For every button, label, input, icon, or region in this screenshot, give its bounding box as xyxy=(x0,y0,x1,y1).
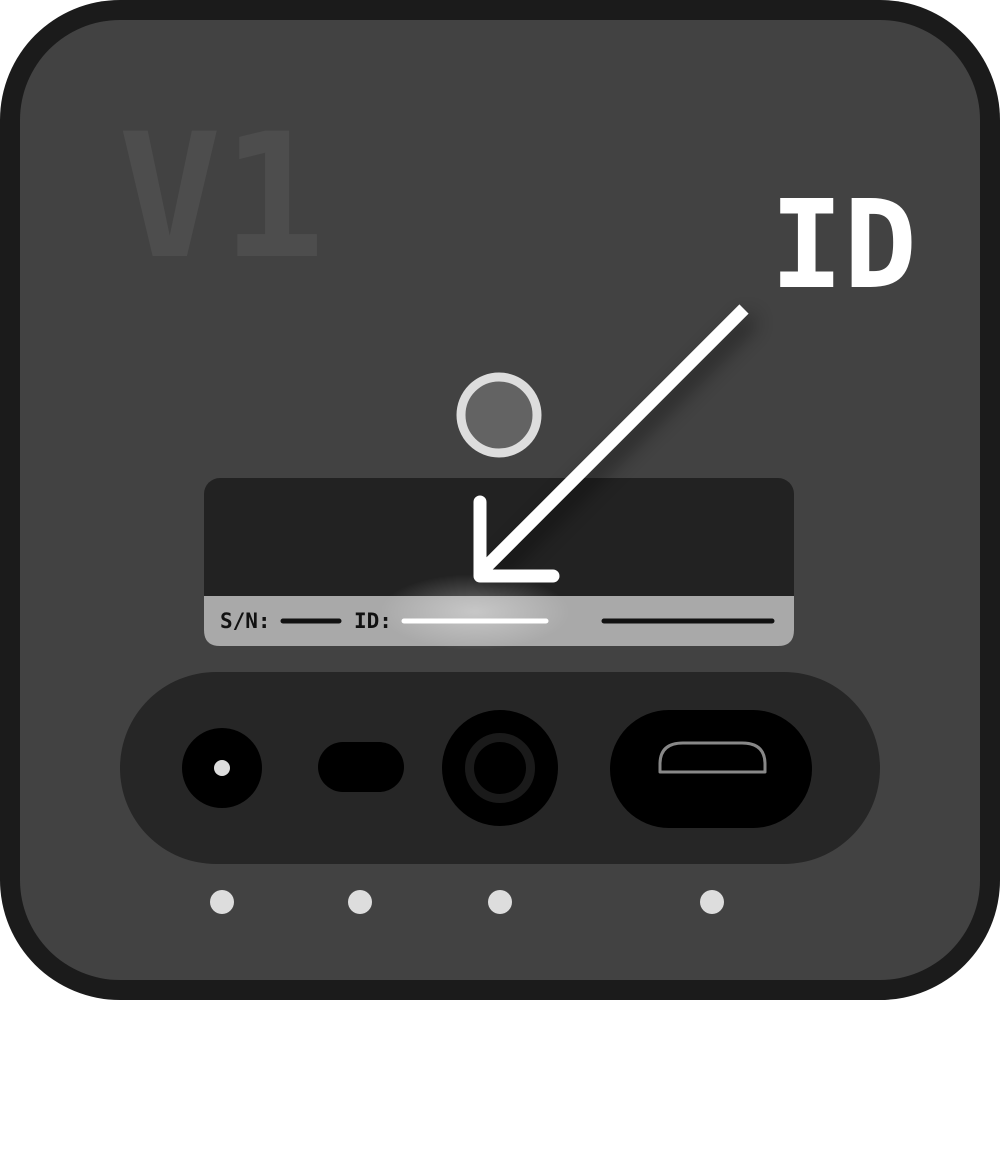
switch-slot xyxy=(318,742,404,792)
indicator-dot xyxy=(488,890,512,914)
id-callout-label: ID xyxy=(770,174,917,316)
audio-jack xyxy=(442,710,558,826)
id-highlight-glow xyxy=(380,574,570,650)
dc-power-jack xyxy=(182,728,262,808)
device-illustration: V1 S/N: ID: ID xyxy=(0,0,1000,1000)
indicator-dot xyxy=(210,890,234,914)
serial-number-label: S/N: xyxy=(220,609,271,633)
indicator-dot xyxy=(348,890,372,914)
micro-usb-port xyxy=(610,710,812,828)
version-label: V1 xyxy=(118,96,325,297)
dc-jack-pin xyxy=(214,760,230,776)
indicator-dot xyxy=(700,890,724,914)
status-led xyxy=(456,372,542,458)
